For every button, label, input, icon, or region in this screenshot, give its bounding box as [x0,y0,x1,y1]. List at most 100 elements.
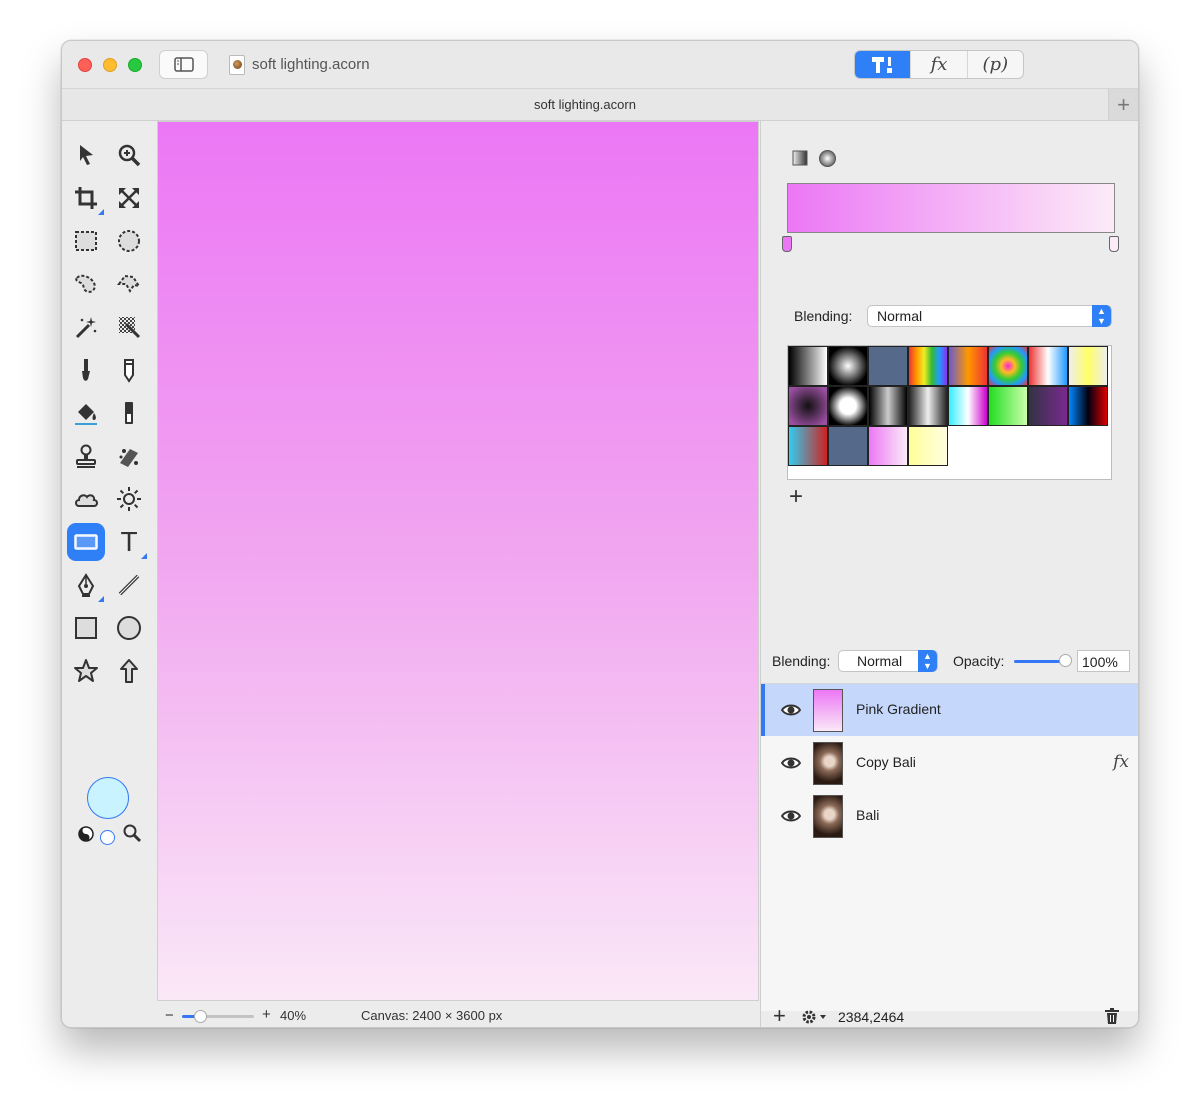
preset-swatch[interactable] [948,386,988,426]
text-icon[interactable]: T [110,523,148,561]
add-preset-button[interactable]: + [789,483,803,511]
layer-effects-badge[interactable]: fx [1113,752,1129,772]
ellipse-select-icon[interactable] [110,222,148,260]
oval-shape-icon[interactable] [110,609,148,647]
pen-icon[interactable] [67,566,105,604]
preset-swatch[interactable] [788,346,828,386]
preset-swatch[interactable] [988,346,1028,386]
rectangle-shape-icon[interactable] [67,609,105,647]
preset-swatch[interactable] [868,346,908,386]
gear-icon[interactable] [801,1008,829,1026]
preset-swatch[interactable] [1068,386,1108,426]
zoom-in-button[interactable]: + [262,1006,271,1023]
preset-swatch[interactable] [868,426,908,466]
preset-swatch[interactable] [1028,346,1068,386]
window-title: soft lighting.acorn [252,56,370,73]
paint-bucket-icon[interactable] [67,394,105,432]
gradient-blending-label: Blending: [794,308,853,324]
opacity-slider[interactable] [1014,654,1072,667]
preset-swatch[interactable] [948,346,988,386]
layer-row[interactable]: Pink Gradient [761,684,1138,736]
inspector-panel: Blending: Normal ▲ ▼ + Blending: Normal … [760,121,1138,1027]
gradient-start-stop[interactable] [782,236,792,252]
fx-segment[interactable]: fx [910,51,966,78]
preset-swatch[interactable] [908,386,948,426]
loupe-icon[interactable] [122,823,142,843]
smudge-icon[interactable] [110,437,148,475]
line-icon[interactable] [110,566,148,604]
visibility-eye-icon[interactable] [781,808,801,824]
title-bar: soft lighting.acorn fx (p) [62,41,1138,89]
arrow-shape-icon[interactable] [110,652,148,690]
layer-blending-select[interactable]: Normal ▲ ▼ [838,650,938,672]
close-button[interactable] [78,58,92,72]
magic-wand-icon[interactable] [67,308,105,346]
preset-swatch[interactable] [1028,386,1068,426]
background-color-well[interactable] [100,830,115,845]
rect-select-icon[interactable] [67,222,105,260]
gradient-blending-select[interactable]: Normal ▲ ▼ [867,305,1112,327]
sun-icon[interactable] [110,480,148,518]
zoom-slider-knob[interactable] [194,1010,207,1023]
linear-gradient-icon[interactable] [792,150,808,166]
visibility-eye-icon[interactable] [781,702,801,718]
clone-stamp-icon[interactable] [67,437,105,475]
p-segment[interactable]: (p) [966,51,1023,78]
swap-colors-icon[interactable] [77,825,95,843]
layer-thumbnail [813,795,843,838]
select-arrow-icon[interactable] [67,136,105,174]
polygon-lasso-icon[interactable] [110,265,148,303]
gradient-end-stop[interactable] [1109,236,1119,252]
chevron-updown-icon: ▲ ▼ [1092,305,1111,327]
gradient-icon[interactable] [67,523,105,561]
preset-swatch[interactable] [908,426,948,466]
eraser-icon[interactable] [110,394,148,432]
gradient-blending-value: Normal [877,308,923,324]
color-select-wand-icon[interactable] [110,308,148,346]
preset-swatch[interactable] [868,386,908,426]
zoom-slider[interactable] [182,1010,254,1023]
trash-icon[interactable] [1104,1008,1120,1025]
layer-blending-label: Blending: [772,653,831,669]
image-canvas[interactable] [157,121,759,1001]
canvas-size-label: Canvas: 2400 × 3600 px [361,1008,503,1023]
preset-swatch[interactable] [908,346,948,386]
preset-swatch[interactable] [828,386,868,426]
visibility-eye-icon[interactable] [781,755,801,771]
transform-icon[interactable] [110,179,148,217]
brush-icon[interactable] [67,351,105,389]
zoom-icon[interactable] [110,136,148,174]
layer-name: Pink Gradient [856,701,941,717]
radial-gradient-icon[interactable] [818,149,837,168]
tab-bar: soft lighting.acorn + [62,89,1138,121]
preset-swatch[interactable] [988,386,1028,426]
palette-segmented-control[interactable]: fx (p) [854,50,1024,79]
preset-swatch[interactable] [1068,346,1108,386]
preset-swatch[interactable] [788,386,828,426]
crop-icon[interactable] [67,179,105,217]
minimize-button[interactable] [103,58,117,72]
foreground-color-well[interactable] [87,777,129,819]
sidebar-toggle-button[interactable] [159,50,208,79]
lasso-icon[interactable] [67,265,105,303]
document-tab[interactable]: soft lighting.acorn [62,97,1108,112]
pencil-icon[interactable] [110,351,148,389]
add-layer-button[interactable]: + [773,1003,786,1027]
star-icon[interactable] [67,652,105,690]
layers-list: Pink Gradient Copy Bali fx Bali [761,683,1138,1011]
zoom-out-button[interactable]: − [165,1007,174,1024]
preset-swatch[interactable] [828,426,868,466]
opacity-slider-knob[interactable] [1059,654,1072,667]
new-tab-button[interactable]: + [1108,89,1138,120]
gradient-presets-grid [787,345,1112,480]
preset-swatch[interactable] [788,426,828,466]
zoom-button[interactable] [128,58,142,72]
opacity-input[interactable]: 100% [1077,650,1130,672]
zoom-level: 40% [280,1008,307,1023]
layer-row[interactable]: Copy Bali fx [761,737,1138,789]
preset-swatch[interactable] [828,346,868,386]
cloud-icon[interactable] [67,480,105,518]
gradient-preview-bar[interactable] [787,183,1115,233]
layer-row[interactable]: Bali [761,790,1138,842]
tools-segment[interactable] [855,51,911,78]
